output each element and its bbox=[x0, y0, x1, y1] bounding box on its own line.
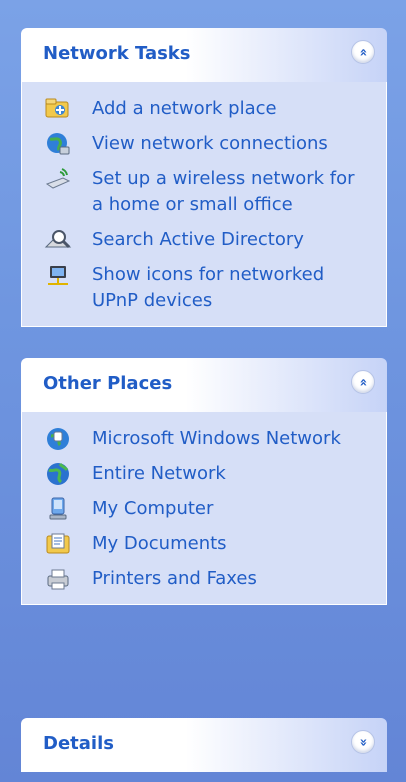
place-label[interactable]: My Computer bbox=[92, 496, 362, 522]
task-add-network-place[interactable]: Add a network place bbox=[22, 96, 386, 122]
my-documents-icon bbox=[44, 531, 72, 557]
place-label[interactable]: Entire Network bbox=[92, 461, 362, 487]
details-header[interactable]: Details » bbox=[21, 718, 387, 772]
collapse-chevron-icon[interactable]: « bbox=[351, 40, 375, 64]
details-title[interactable]: Details bbox=[43, 733, 114, 754]
network-connections-icon bbox=[44, 131, 72, 157]
network-tasks-pane: Network Tasks « Add a network place View… bbox=[21, 28, 387, 327]
entire-network-icon bbox=[44, 461, 72, 487]
task-label[interactable]: View network connections bbox=[92, 131, 362, 157]
wireless-network-icon bbox=[44, 166, 72, 192]
task-search-active-directory[interactable]: Search Active Directory bbox=[22, 227, 386, 253]
place-my-computer[interactable]: My Computer bbox=[22, 496, 386, 522]
place-microsoft-windows-network[interactable]: Microsoft Windows Network bbox=[22, 426, 386, 452]
task-label[interactable]: Add a network place bbox=[92, 96, 362, 122]
task-label[interactable]: Show icons for networked UPnP devices bbox=[92, 262, 362, 314]
place-label[interactable]: Microsoft Windows Network bbox=[92, 426, 362, 452]
other-places-header[interactable]: Other Places « bbox=[21, 358, 387, 412]
upnp-devices-icon bbox=[44, 262, 72, 288]
place-my-documents[interactable]: My Documents bbox=[22, 531, 386, 557]
task-setup-wireless[interactable]: Set up a wireless network for a home or … bbox=[22, 166, 386, 218]
add-network-place-icon bbox=[44, 96, 72, 122]
network-tasks-title[interactable]: Network Tasks bbox=[43, 43, 191, 64]
printers-faxes-icon bbox=[44, 566, 72, 592]
task-label[interactable]: Search Active Directory bbox=[92, 227, 362, 253]
my-computer-icon bbox=[44, 496, 72, 522]
windows-network-icon bbox=[44, 426, 72, 452]
other-places-title[interactable]: Other Places bbox=[43, 373, 172, 394]
other-places-body: Microsoft Windows Network Entire Network… bbox=[21, 412, 387, 605]
other-places-pane: Other Places « Microsoft Windows Network… bbox=[21, 358, 387, 605]
place-printers-and-faxes[interactable]: Printers and Faxes bbox=[22, 566, 386, 592]
place-entire-network[interactable]: Entire Network bbox=[22, 461, 386, 487]
expand-chevron-icon[interactable]: » bbox=[351, 730, 375, 754]
task-view-network-connections[interactable]: View network connections bbox=[22, 131, 386, 157]
network-tasks-header[interactable]: Network Tasks « bbox=[21, 28, 387, 82]
place-label[interactable]: My Documents bbox=[92, 531, 362, 557]
place-label[interactable]: Printers and Faxes bbox=[92, 566, 362, 592]
collapse-chevron-icon[interactable]: « bbox=[351, 370, 375, 394]
network-tasks-body: Add a network place View network connect… bbox=[21, 82, 387, 327]
task-show-upnp-icons[interactable]: Show icons for networked UPnP devices bbox=[22, 262, 386, 314]
search-directory-icon bbox=[44, 227, 72, 253]
details-pane: Details » bbox=[21, 718, 387, 772]
task-label[interactable]: Set up a wireless network for a home or … bbox=[92, 166, 362, 218]
